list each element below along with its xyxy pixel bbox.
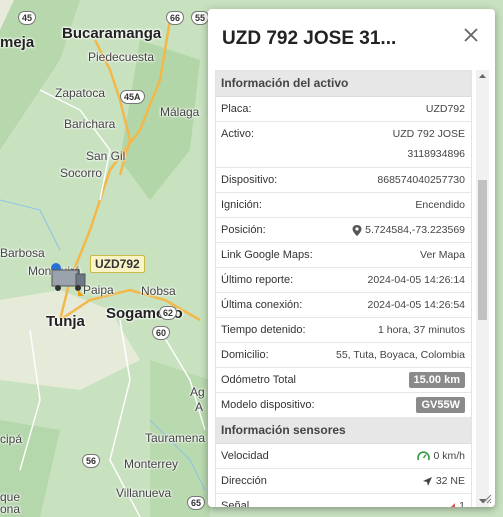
field-row-domicilio: Domicilio: 55, Tuta, Boyaca, Colombia (216, 343, 471, 368)
field-row-ignicion: Ignición: Encendido (216, 193, 471, 218)
sensor-row-velocidad: Velocidad 0 km/h (216, 444, 471, 469)
road-shield: 45 (18, 11, 37, 25)
section-header-asset: Información del activo (216, 71, 471, 97)
field-value: 2024-04-05 14:26:54 (367, 299, 466, 311)
field-label: Último reporte: (221, 274, 294, 286)
field-value-line: 3118934896 (407, 148, 465, 160)
map-city-label: meja (0, 34, 35, 51)
navigation-arrow-icon (422, 476, 432, 486)
direction-value: 32 NE (435, 475, 465, 487)
odometer-badge: 15.00 km (408, 372, 465, 388)
field-value: 0 km/h (417, 444, 465, 468)
speedometer-icon (417, 451, 431, 461)
field-label: Modelo dispositivo: (221, 399, 315, 411)
road-shield: 60 (152, 326, 171, 340)
signal-value: 1 (459, 500, 465, 507)
map-city-label: Barichara (64, 117, 116, 131)
scrollbar-thumb[interactable] (478, 180, 487, 320)
field-label: Ignición: (221, 199, 262, 211)
field-value: UZD 792 JOSE 3118934896 (393, 122, 465, 164)
map-city-label: Ag (190, 385, 205, 399)
close-icon[interactable] (463, 27, 479, 43)
sensor-row-senal: Señal 1 (216, 494, 471, 507)
map-city-label: A (195, 400, 204, 414)
speed-value: 0 km/h (433, 450, 465, 462)
field-label: Tiempo detenido: (221, 324, 306, 336)
road-shield: 55 (191, 11, 210, 25)
map-city-label: Piedecuesta (88, 50, 155, 64)
field-row-maps: Link Google Maps: Ver Mapa (216, 243, 471, 268)
field-value: 2024-04-05 14:26:14 (367, 274, 466, 286)
field-label: Señal (221, 500, 250, 507)
road-shield: 65 (187, 496, 206, 510)
map-city-label: Barbosa (0, 246, 45, 260)
field-value: 55, Tuta, Boyaca, Colombia (336, 349, 465, 361)
field-label: Link Google Maps: (221, 249, 313, 261)
map-city-label: Socorro (60, 166, 103, 180)
map-city-label: ona (0, 502, 21, 516)
scroll-up-arrow-icon[interactable] (476, 70, 489, 82)
map-city-label: San Gil (86, 149, 126, 163)
field-label: Odómetro Total (221, 374, 297, 386)
field-label: Última conexión: (221, 299, 303, 311)
field-value: UZD792 (425, 103, 465, 115)
field-value-line: UZD 792 JOSE (392, 128, 465, 140)
device-model-badge: GV55W (416, 397, 465, 413)
map-city-label: Monterrey (124, 457, 179, 471)
field-value: Encendido (415, 199, 465, 211)
field-label: Dirección (221, 475, 267, 487)
panel-scrollbar[interactable] (476, 70, 489, 507)
section-header-sensors: Información sensores (216, 418, 471, 444)
vehicle-label[interactable]: UZD792 (90, 255, 145, 273)
field-label: Placa: (221, 103, 252, 115)
field-value: 868574040257730 (377, 174, 465, 186)
field-label: Velocidad (221, 450, 269, 462)
map-city-label: Málaga (160, 105, 200, 119)
field-value: 1 (447, 494, 465, 507)
field-row-posicion: Posición: 5.724584,-73.223569 (216, 218, 471, 243)
map-city-label: Zapatoca (55, 86, 106, 100)
panel-title: UZD 792 JOSE 31... (222, 28, 397, 49)
field-label: Domicilio: (221, 349, 269, 361)
asset-info-panel: UZD 792 JOSE 31... Información del activ… (208, 9, 495, 507)
truck-icon[interactable] (48, 262, 88, 296)
map-city-label: Tunja (46, 313, 85, 330)
signal-icon (450, 502, 456, 507)
position-coordinates: 5.724584,-73.223569 (365, 224, 465, 236)
resize-handle-icon[interactable] (482, 494, 492, 504)
road-shield: 62 (159, 306, 178, 320)
road-shield: 66 (166, 11, 185, 25)
panel-content[interactable]: Información del activo Placa: UZD792 Act… (215, 70, 472, 507)
map-city-label: Villanueva (116, 486, 172, 500)
field-label: Activo: (221, 128, 255, 140)
field-value: 32 NE (422, 469, 465, 493)
map-city-label: Bucaramanga (62, 25, 162, 42)
view-map-link[interactable]: Ver Mapa (420, 243, 465, 267)
road-shield: 56 (82, 454, 101, 468)
field-row-modelo: Modelo dispositivo: GV55W (216, 393, 471, 418)
field-row-ultima-conexion: Última conexión: 2024-04-05 14:26:54 (216, 293, 471, 318)
field-label: Dispositivo: (221, 174, 278, 186)
field-row-ultimo-reporte: Último reporte: 2024-04-05 14:26:14 (216, 268, 471, 293)
field-value: 5.724584,-73.223569 (352, 218, 465, 242)
map-city-label: Nobsa (141, 284, 176, 298)
field-row-dispositivo: Dispositivo: 868574040257730 (216, 168, 471, 193)
field-label: Posición: (221, 224, 266, 236)
location-pin-icon[interactable] (352, 224, 362, 236)
field-row-odometro: Odómetro Total 15.00 km (216, 368, 471, 393)
field-row-activo: Activo: UZD 792 JOSE 3118934896 (216, 122, 471, 168)
field-value: 1 hora, 37 minutos (378, 324, 465, 336)
field-row-tiempo-detenido: Tiempo detenido: 1 hora, 37 minutos (216, 318, 471, 343)
sensor-row-direccion: Dirección 32 NE (216, 469, 471, 494)
map-city-label: cipá (0, 432, 23, 446)
road-shield: 45A (120, 90, 145, 104)
field-row-placa: Placa: UZD792 (216, 97, 471, 122)
map-city-label: Tauramena (145, 431, 206, 445)
